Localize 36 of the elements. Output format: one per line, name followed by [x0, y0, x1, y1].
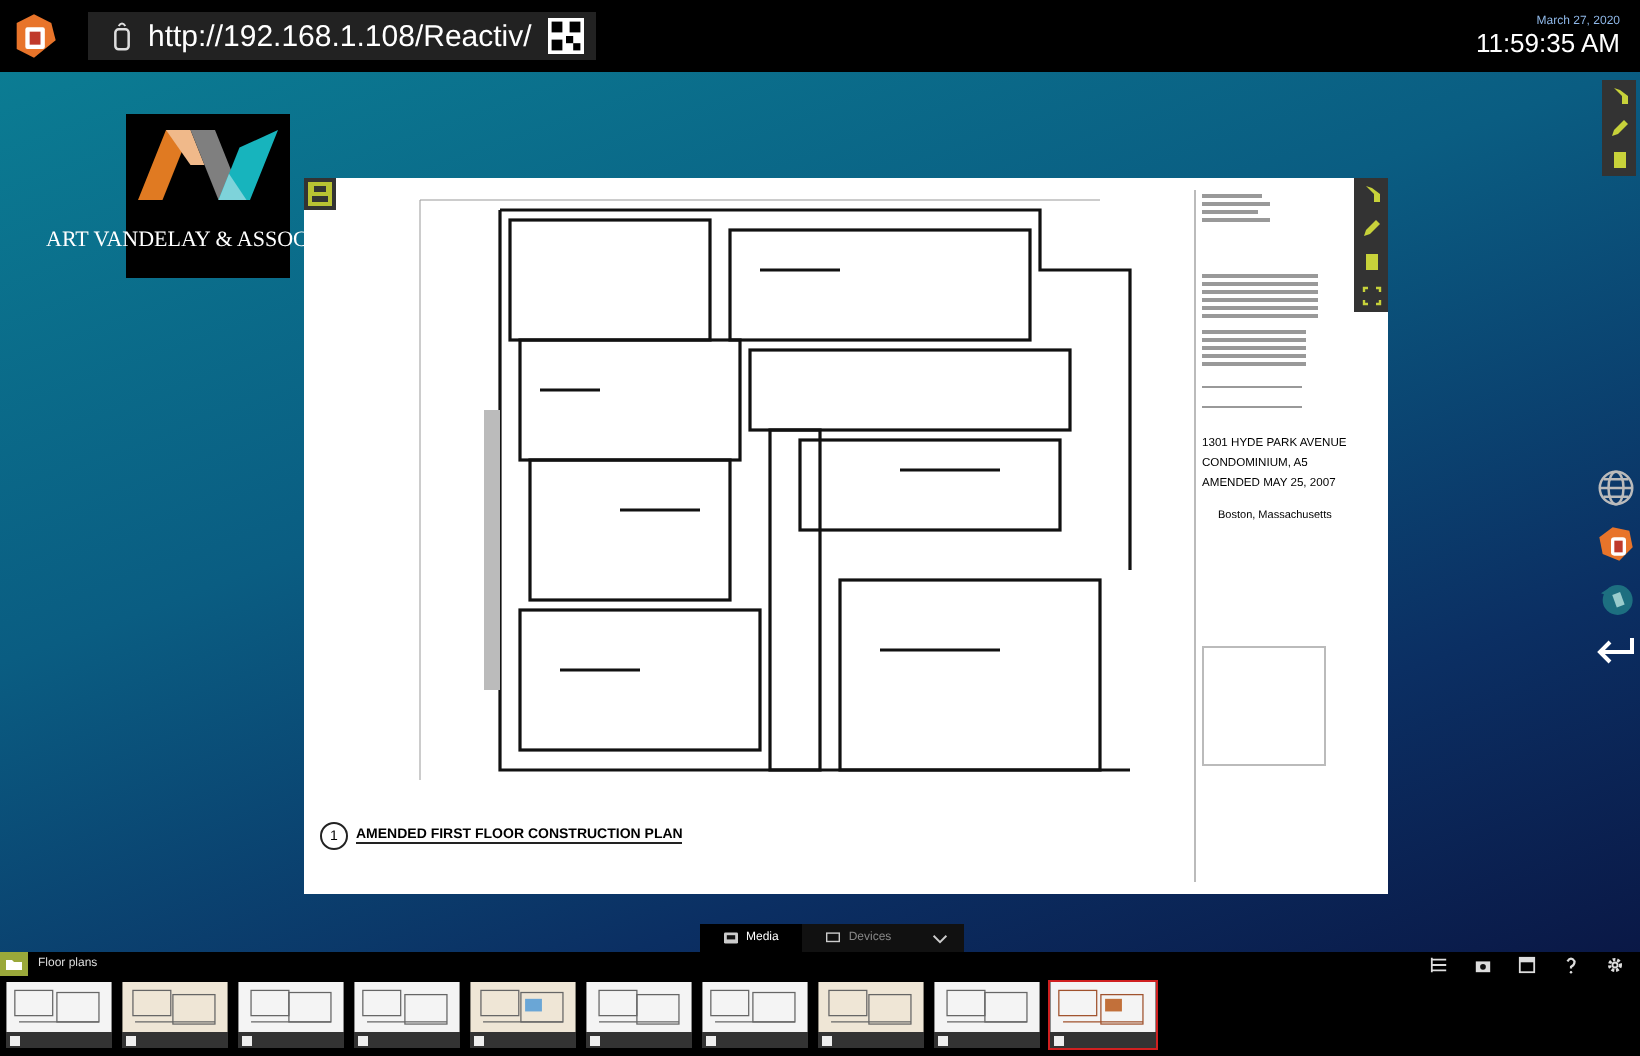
floor-plan-thumbnail[interactable] [932, 980, 1042, 1050]
note-icon[interactable] [1361, 252, 1381, 272]
help-icon[interactable] [1562, 955, 1580, 973]
qr-code-icon[interactable] [547, 18, 584, 54]
floor-plan-thumbnail[interactable] [120, 980, 230, 1050]
logo-mark-icon [138, 130, 278, 200]
camera-icon[interactable] [1474, 955, 1492, 973]
window-icon[interactable] [1518, 955, 1536, 973]
list-icon[interactable] [1430, 955, 1448, 973]
url-text: http://192.168.1.108/Reactiv/ [148, 19, 532, 53]
folder-icon[interactable] [0, 952, 28, 976]
settings-icon[interactable] [1606, 955, 1624, 973]
stamp-box [1202, 646, 1326, 766]
media-icon [724, 932, 738, 944]
round-app-icon[interactable] [1596, 580, 1636, 620]
floor-plan-thumbnail[interactable] [816, 980, 926, 1050]
fullscreen-icon[interactable] [1361, 286, 1381, 306]
note-icon[interactable] [1609, 150, 1629, 170]
floor-plan-thumbnail[interactable] [1048, 980, 1158, 1050]
address-bar[interactable]: http://192.168.1.108/Reactiv/ [88, 12, 596, 60]
pen-icon[interactable] [1361, 218, 1381, 238]
floor-plan-thumbnail[interactable] [352, 980, 462, 1050]
return-arrow-icon[interactable] [1596, 636, 1636, 664]
monitor-icon [826, 932, 841, 944]
phone-icon [112, 20, 132, 52]
chevron-down-icon[interactable] [931, 933, 948, 943]
floor-plan-thumbnail[interactable] [468, 980, 578, 1050]
pen-icon[interactable] [1609, 118, 1629, 138]
globe-icon[interactable] [1596, 468, 1636, 508]
save-icon[interactable] [304, 178, 336, 210]
time-text: 11:59:35 AM [1475, 27, 1620, 57]
floor-plan-thumbnail[interactable] [236, 980, 346, 1050]
floor-plan-thumbnail[interactable] [700, 980, 810, 1050]
floor-plan-thumbnail[interactable] [584, 980, 694, 1050]
app-logo-icon[interactable] [1596, 524, 1636, 564]
floor-plan-thumbnail[interactable] [4, 980, 114, 1050]
